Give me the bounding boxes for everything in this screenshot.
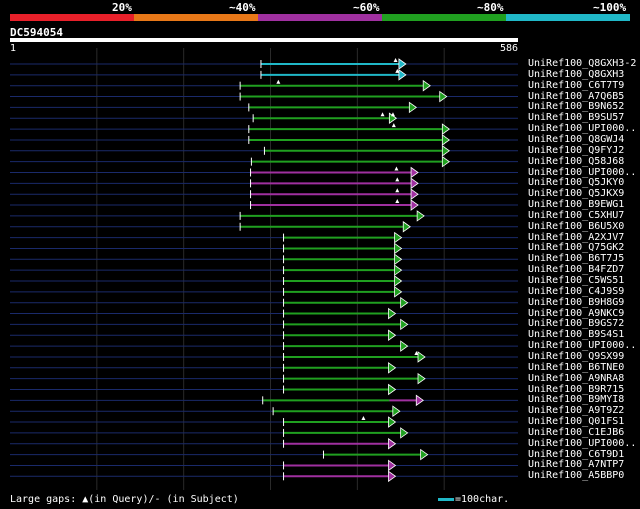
hit-end-arrow [394, 242, 403, 255]
hit-label[interactable]: UniRef100_B4FZD7 [528, 264, 624, 275]
hit-end-arrow [388, 459, 397, 472]
hit-end-arrow [416, 210, 425, 222]
hit-label[interactable]: UniRef100_B9MYI8 [528, 394, 624, 405]
hit-label[interactable]: UniRef100_UPI000.. [528, 123, 636, 134]
hit-label[interactable]: UniRef100_UPI000.. [528, 167, 636, 178]
hit-label[interactable]: UniRef100_A7NTP7 [528, 459, 624, 470]
hit-end-arrow [441, 134, 451, 146]
scale-key: =100char. [438, 494, 509, 505]
hit-end-arrow [394, 231, 403, 244]
hit-end-arrow [394, 275, 403, 287]
hit-label[interactable]: UniRef100_UPI000.. [528, 340, 636, 351]
hit-end-arrow [388, 383, 397, 396]
scale-swatch [438, 497, 454, 501]
hit-label[interactable]: UniRef100_A7Q6B5 [528, 91, 624, 102]
hit-end-arrow [410, 177, 419, 190]
hit-label[interactable]: UniRef100_C6T7T9 [528, 80, 624, 91]
hit-label[interactable]: UniRef100_Q8GWJ4 [528, 134, 624, 145]
hit-end-arrow [388, 437, 397, 450]
hit-label[interactable]: UniRef100_Q75GK2 [528, 242, 624, 253]
hit-end-arrow [398, 58, 407, 70]
hit-end-arrow [410, 188, 419, 200]
hit-label[interactable]: UniRef100_C5WS51 [528, 275, 624, 286]
hit-label[interactable]: UniRef100_B6U5X0 [528, 221, 624, 232]
query-gap-marker [276, 79, 281, 84]
query-gap-marker [390, 112, 395, 117]
hit-end-arrow [420, 448, 429, 461]
query-gap-marker [394, 166, 399, 171]
hit-label[interactable]: UniRef100_C1EJB6 [528, 427, 624, 438]
hit-end-arrow [400, 318, 409, 331]
hit-label[interactable]: UniRef100_Q8GXH3-2 [528, 58, 636, 69]
hit-end-arrow [392, 405, 401, 417]
scale-key-text: =100char. [455, 494, 510, 505]
hit-label[interactable]: UniRef100_A2XJV7 [528, 232, 624, 243]
hit-end-arrow [410, 166, 419, 179]
hit-end-arrow [439, 90, 448, 103]
hit-end-arrow [415, 394, 424, 407]
hit-label[interactable]: UniRef100_A5BBP0 [528, 470, 624, 481]
query-gap-marker [391, 123, 396, 128]
hit-end-arrow [388, 416, 397, 428]
hit-label[interactable]: UniRef100_C5XHU7 [528, 210, 624, 221]
hit-label[interactable]: UniRef100_Q58J68 [528, 156, 624, 167]
hit-label[interactable]: UniRef100_Q9SX99 [528, 351, 624, 362]
query-gap-marker [393, 58, 398, 62]
hit-label[interactable]: UniRef100_UPI000.. [528, 438, 636, 449]
hit-label[interactable]: UniRef100_B6T7J5 [528, 253, 624, 264]
hit-end-arrow [441, 145, 451, 157]
hit-label[interactable]: UniRef100_A9NRA8 [528, 373, 624, 384]
hit-label[interactable]: UniRef100_B9EWG1 [528, 199, 624, 210]
hit-end-arrow [417, 372, 426, 385]
query-gap-marker [395, 188, 400, 193]
hit-end-arrow [394, 286, 403, 298]
hit-label[interactable]: UniRef100_B9SU57 [528, 112, 624, 123]
hit-label[interactable]: UniRef100_Q8GXH3 [528, 69, 624, 80]
hit-label[interactable]: UniRef100_B9N652 [528, 101, 624, 112]
hit-label[interactable]: UniRef100_A9NKC9 [528, 308, 624, 319]
hit-label[interactable]: UniRef100_C4J9S9 [528, 286, 624, 297]
hit-end-arrow [388, 329, 397, 342]
query-gap-marker [395, 199, 400, 204]
query-gap-marker [395, 177, 400, 182]
hit-label[interactable]: UniRef100_Q9FYJ2 [528, 145, 624, 156]
hit-end-arrow [398, 69, 407, 81]
hit-label[interactable]: UniRef100_B9S4S1 [528, 329, 624, 340]
hit-end-arrow [394, 264, 403, 276]
hit-end-arrow [410, 199, 419, 211]
query-gap-marker [361, 416, 366, 421]
hit-end-arrow [402, 220, 411, 233]
hit-end-arrow [422, 79, 431, 92]
hit-end-arrow [394, 253, 403, 266]
hit-end-arrow [400, 427, 409, 439]
hit-label[interactable]: UniRef100_Q5JKY0 [528, 177, 624, 188]
hit-end-arrow [388, 470, 397, 483]
hit-end-arrow [441, 155, 451, 168]
hit-end-arrow [441, 123, 451, 135]
hit-label[interactable]: UniRef100_B9R715 [528, 384, 624, 395]
hit-end-arrow [388, 362, 397, 374]
query-gap-marker [380, 112, 385, 117]
hit-label[interactable]: UniRef100_Q01FS1 [528, 416, 624, 427]
hit-end-arrow [408, 101, 418, 114]
hit-end-arrow [388, 307, 397, 320]
hit-label[interactable]: UniRef100_B9H8G9 [528, 297, 624, 308]
hit-end-arrow [400, 340, 409, 352]
gaps-legend: Large gaps: ▲(in Query)/- (in Subject) [10, 494, 239, 505]
hit-label[interactable]: UniRef100_A9T9Z2 [528, 405, 624, 416]
hit-label[interactable]: UniRef100_Q5JKX9 [528, 188, 624, 199]
hit-label[interactable]: UniRef100_B6TNE0 [528, 362, 624, 373]
hit-label[interactable]: UniRef100_C6T9D1 [528, 449, 624, 460]
hit-end-arrow [400, 296, 409, 309]
hit-label[interactable]: UniRef100_B9GS72 [528, 318, 624, 329]
hit-end-arrow [417, 351, 426, 363]
